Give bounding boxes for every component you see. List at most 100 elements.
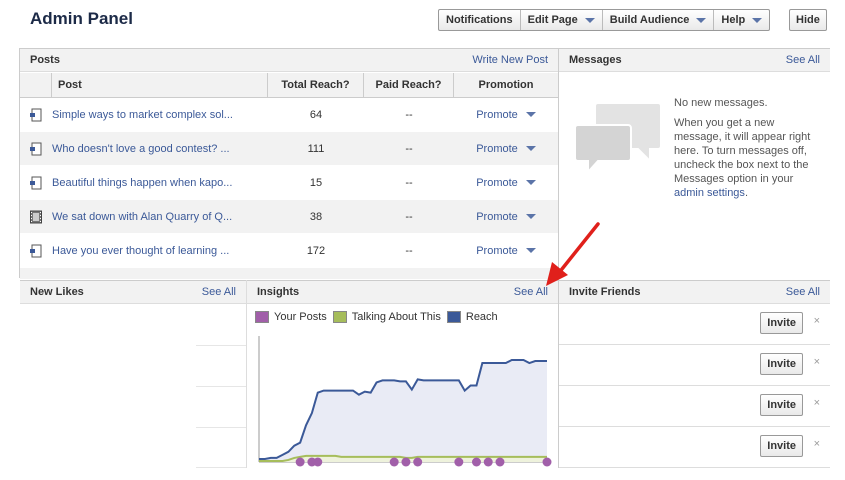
invite-button[interactable]: Invite [760, 353, 803, 375]
hide-button[interactable]: Hide [789, 9, 827, 31]
red-arrow-icon [546, 222, 600, 286]
promote-button[interactable]: Promote [454, 109, 558, 121]
promote-label: Promote [476, 176, 518, 189]
promote-label: Promote [476, 108, 518, 121]
page-title: Admin Panel [30, 9, 133, 28]
total-reach-column-header[interactable]: Total Reach? [268, 72, 364, 98]
messages-empty-text: No new messages. When you get a new mess… [674, 96, 824, 200]
icon-column [20, 72, 52, 98]
status-icon [20, 108, 52, 122]
invite-button[interactable]: Invite [760, 435, 803, 457]
your-posts-point [454, 457, 464, 467]
promotion-column-header: Promotion [478, 79, 534, 91]
admin-settings-link[interactable]: admin settings [674, 187, 745, 199]
promote-label: Promote [476, 244, 518, 257]
close-icon[interactable]: × [814, 315, 820, 327]
insights-chart [258, 336, 552, 467]
legend-label: Reach [465, 311, 498, 323]
edit-page-label: Edit Page [527, 14, 578, 26]
messages-help-end: . [744, 187, 748, 199]
your-posts-point [471, 457, 481, 467]
chart-legend: Your Posts Talking About This Reach [255, 311, 504, 323]
invite-row: Invite × [559, 386, 830, 427]
paid-reach-column-header[interactable]: Paid Reach? [364, 72, 454, 98]
table-row[interactable]: Simple ways to market complex sol... 64 … [20, 98, 558, 132]
paid-reach: -- [405, 176, 413, 189]
post-link[interactable]: We sat down with Alan Quarry of Q... [52, 211, 268, 223]
invite-row: Invite × [559, 345, 830, 386]
admin-toolbar: Notifications Edit Page Build Audience H… [438, 9, 771, 31]
chevron-down-icon [752, 17, 763, 23]
your-posts-point [542, 457, 552, 467]
help-label: Help [721, 14, 746, 26]
messages-help-text: When you get a new message, it will appe… [674, 117, 811, 185]
your-posts-point [313, 457, 323, 467]
no-messages-label: No new messages. [674, 97, 768, 109]
legend-label: Talking About This [351, 311, 441, 323]
messages-title: Messages [569, 54, 622, 66]
insights-title: Insights [257, 286, 300, 298]
edit-page-button[interactable]: Edit Page [521, 10, 603, 30]
status-icon [20, 176, 52, 190]
invite-button[interactable]: Invite [760, 312, 803, 334]
total-reach: 38 [309, 210, 323, 223]
build-audience-label: Build Audience [609, 14, 690, 26]
paid-reach: -- [405, 108, 413, 121]
promote-button[interactable]: Promote [454, 143, 558, 155]
close-icon[interactable]: × [814, 438, 820, 450]
chevron-down-icon [525, 146, 536, 151]
chevron-down-icon [525, 112, 536, 117]
post-column-header[interactable]: Post [52, 72, 268, 98]
build-audience-button[interactable]: Build Audience [603, 10, 715, 30]
close-icon[interactable]: × [814, 397, 820, 409]
divider [196, 386, 246, 387]
chevron-down-icon [525, 248, 536, 253]
table-row[interactable]: Who doesn't love a good contest? ... 111… [20, 132, 558, 166]
help-button[interactable]: Help [714, 10, 769, 30]
insights-header: Insights See All [247, 280, 558, 304]
chevron-down-icon [525, 214, 536, 219]
your-posts-point [413, 457, 423, 467]
divider [19, 48, 20, 278]
table-row[interactable]: We sat down with Alan Quarry of Q... 38 … [20, 200, 558, 234]
total-reach: 172 [306, 244, 326, 257]
table-row[interactable]: Have you ever thought of learning ... 17… [20, 234, 558, 268]
your-posts-point [401, 457, 411, 467]
close-icon[interactable]: × [814, 356, 820, 368]
chevron-down-icon [696, 17, 707, 23]
notifications-button[interactable]: Notifications [439, 10, 521, 30]
new-likes-see-all-link[interactable]: See All [202, 286, 236, 298]
divider [196, 467, 246, 468]
posts-column-header: Post Total Reach? Paid Reach? Promotion [20, 72, 558, 98]
paid-reach: -- [405, 244, 413, 257]
new-likes-title: New Likes [30, 286, 84, 298]
messages-see-all-link[interactable]: See All [786, 54, 820, 66]
chevron-down-icon [584, 17, 595, 23]
posts-header: Posts Write New Post [20, 48, 558, 72]
paid-reach: -- [405, 142, 413, 155]
notifications-label: Notifications [446, 14, 513, 26]
post-link[interactable]: Have you ever thought of learning ... [52, 245, 268, 257]
speech-bubbles-icon [574, 102, 662, 173]
total-reach: 64 [309, 108, 323, 121]
legend-item-talking-about-this: Talking About This [332, 311, 441, 323]
new-likes-header: New Likes See All [20, 280, 246, 304]
table-row[interactable]: Beautiful things happen when kapo... 15 … [20, 166, 558, 200]
invite-row: Invite × [559, 304, 830, 345]
post-link[interactable]: Beautiful things happen when kapo... [52, 177, 268, 189]
total-reach: 15 [309, 176, 323, 189]
your-posts-point [389, 457, 399, 467]
total-reach: 111 [307, 142, 325, 155]
invite-friends-see-all-link[interactable]: See All [786, 286, 820, 298]
status-icon [20, 244, 52, 258]
table-row-partial [20, 268, 558, 280]
legend-label: Your Posts [274, 311, 327, 323]
invite-row: Invite × [559, 427, 830, 468]
promote-button[interactable]: Promote [454, 177, 558, 189]
legend-swatch [255, 311, 269, 323]
post-link[interactable]: Simple ways to market complex sol... [52, 109, 268, 121]
write-new-post-link[interactable]: Write New Post [472, 54, 548, 66]
video-icon [20, 210, 52, 224]
invite-button[interactable]: Invite [760, 394, 803, 416]
post-link[interactable]: Who doesn't love a good contest? ... [52, 143, 268, 155]
